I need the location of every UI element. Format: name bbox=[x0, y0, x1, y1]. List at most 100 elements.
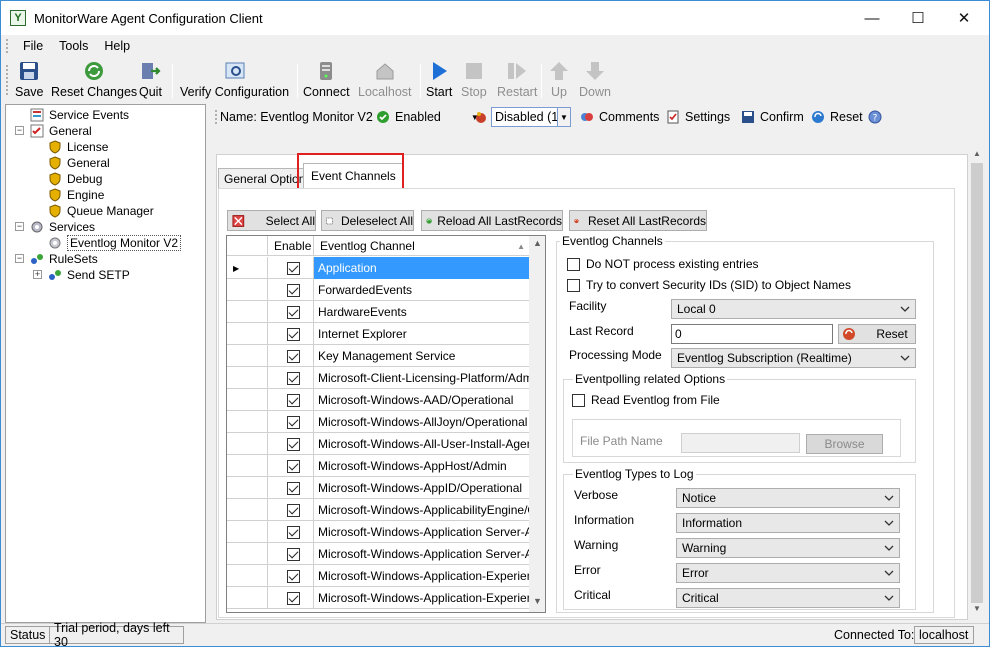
comments-button[interactable]: Comments bbox=[580, 107, 659, 127]
expand-icon[interactable]: + bbox=[33, 270, 42, 279]
file-path-input[interactable] bbox=[681, 433, 800, 453]
verify-configuration-button[interactable]: Verify Configuration bbox=[180, 60, 289, 100]
channel-cell[interactable]: ForwardedEvents bbox=[314, 279, 529, 301]
enable-checkbox[interactable] bbox=[287, 547, 300, 561]
information-select[interactable]: Information bbox=[676, 513, 900, 533]
tree-item-services[interactable]: Services bbox=[30, 219, 95, 235]
channel-cell[interactable]: Microsoft-Windows-Application Server-Ap.… bbox=[314, 521, 529, 543]
do-not-process-checkbox[interactable] bbox=[567, 258, 580, 271]
close-button[interactable]: ✕ bbox=[941, 1, 987, 35]
connect-button[interactable]: Connect bbox=[303, 60, 350, 100]
enable-checkbox[interactable] bbox=[287, 393, 300, 407]
settings-button[interactable]: Settings bbox=[666, 107, 730, 127]
channel-cell[interactable]: Microsoft-Windows-AppHost/Admin bbox=[314, 455, 529, 477]
critical-select[interactable]: Critical bbox=[676, 588, 900, 608]
table-row[interactable]: ForwardedEvents bbox=[227, 279, 529, 301]
table-row[interactable]: Key Management Service bbox=[227, 345, 529, 367]
enable-checkbox[interactable] bbox=[287, 327, 300, 341]
table-row[interactable]: Microsoft-Windows-Application Server-Ap.… bbox=[227, 543, 529, 565]
grid-header-channel[interactable]: Eventlog Channel ▲ bbox=[314, 236, 529, 256]
tree-item-queue-manager[interactable]: Queue Manager bbox=[48, 203, 154, 219]
table-row[interactable]: Microsoft-Client-Licensing-Platform/Admi… bbox=[227, 367, 529, 389]
enable-checkbox[interactable] bbox=[287, 591, 300, 605]
enabled-dropdown[interactable]: Enabled ▼ bbox=[376, 107, 479, 127]
tree-item-eventlog-monitor[interactable]: Eventlog Monitor V2 bbox=[48, 235, 182, 251]
channel-cell[interactable]: Microsoft-Windows-AAD/Operational bbox=[314, 389, 529, 411]
scroll-up-icon[interactable]: ▲ bbox=[529, 238, 545, 254]
scroll-down-icon[interactable]: ▼ bbox=[529, 596, 545, 612]
down-button[interactable]: Down bbox=[579, 60, 611, 100]
start-button[interactable]: Start bbox=[426, 60, 452, 100]
tree-item-engine[interactable]: Engine bbox=[48, 187, 104, 203]
channel-cell[interactable]: Microsoft-Windows-ApplicabilityEngine/O.… bbox=[314, 499, 529, 521]
channel-cell[interactable]: Microsoft-Client-Licensing-Platform/Admi… bbox=[314, 367, 529, 389]
reset-button[interactable]: Reset bbox=[811, 107, 863, 127]
enable-checkbox[interactable] bbox=[287, 437, 300, 451]
scrollbar-thumb[interactable] bbox=[971, 163, 983, 603]
table-row[interactable]: Microsoft-Windows-Application-Experienc.… bbox=[227, 565, 529, 587]
help-icon[interactable]: ? bbox=[868, 110, 882, 124]
minimize-button[interactable]: — bbox=[849, 1, 895, 35]
enable-checkbox[interactable] bbox=[287, 569, 300, 583]
menu-help[interactable]: Help bbox=[96, 39, 138, 53]
warning-select[interactable]: Warning bbox=[676, 538, 900, 558]
tree-item-service-events[interactable]: Service Events bbox=[30, 107, 129, 123]
enable-checkbox[interactable] bbox=[287, 283, 300, 297]
up-button[interactable]: Up bbox=[548, 60, 570, 100]
grid-header-enable[interactable]: Enable bbox=[268, 236, 314, 256]
reload-all-lastrecords-button[interactable]: Reload All LastRecords bbox=[421, 210, 563, 231]
enable-checkbox[interactable] bbox=[287, 503, 300, 517]
last-record-input[interactable]: 0 bbox=[671, 324, 833, 344]
tree-item-general[interactable]: General bbox=[30, 123, 92, 139]
enable-checkbox[interactable] bbox=[287, 459, 300, 473]
collapse-icon[interactable]: − bbox=[15, 254, 24, 263]
confirm-button[interactable]: Confirm bbox=[741, 107, 804, 127]
table-row[interactable]: Microsoft-Windows-AAD/Operational bbox=[227, 389, 529, 411]
menu-tools[interactable]: Tools bbox=[51, 39, 96, 53]
tree-item-rulesets[interactable]: RuleSets bbox=[30, 251, 98, 267]
tree-item-general-child[interactable]: General bbox=[48, 155, 110, 171]
channel-cell[interactable]: Key Management Service bbox=[314, 345, 529, 367]
processing-mode-select[interactable]: Eventlog Subscription (Realtime) bbox=[671, 348, 916, 368]
panel-scrollbar[interactable]: ▲ ▼ bbox=[968, 147, 986, 620]
select-all-button[interactable]: Select All bbox=[227, 210, 316, 231]
read-from-file-checkbox[interactable] bbox=[572, 394, 585, 407]
browse-button[interactable]: Browse bbox=[806, 434, 883, 454]
channel-cell[interactable]: Microsoft-Windows-Application Server-Ap.… bbox=[314, 543, 529, 565]
table-row[interactable]: Microsoft-Windows-ApplicabilityEngine/O.… bbox=[227, 499, 529, 521]
verbose-select[interactable]: Notice bbox=[676, 488, 900, 508]
table-row[interactable]: Microsoft-Windows-AppID/Operational bbox=[227, 477, 529, 499]
table-row[interactable]: Microsoft-Windows-AllJoyn/Operational bbox=[227, 411, 529, 433]
table-row[interactable]: Microsoft-Windows-AppHost/Admin bbox=[227, 455, 529, 477]
disabled-dropdown[interactable]: Disabled (1 ▼ bbox=[491, 107, 571, 127]
stop-button[interactable]: Stop bbox=[461, 60, 487, 100]
table-row[interactable]: HardwareEvents bbox=[227, 301, 529, 323]
enable-checkbox[interactable] bbox=[287, 415, 300, 429]
reset-changes-button[interactable]: Reset Changes bbox=[51, 60, 137, 100]
maximize-button[interactable]: ☐ bbox=[895, 1, 941, 35]
channel-cell[interactable]: Microsoft-Windows-All-User-Install-Agent… bbox=[314, 433, 529, 455]
channel-cell[interactable]: Internet Explorer bbox=[314, 323, 529, 345]
enable-checkbox[interactable] bbox=[287, 525, 300, 539]
channel-cell[interactable]: Application bbox=[314, 257, 529, 279]
channel-cell[interactable]: Microsoft-Windows-AllJoyn/Operational bbox=[314, 411, 529, 433]
table-row[interactable]: Microsoft-Windows-All-User-Install-Agent… bbox=[227, 433, 529, 455]
tree-item-license[interactable]: License bbox=[48, 139, 108, 155]
table-row[interactable]: Microsoft-Windows-Application-Experienc.… bbox=[227, 587, 529, 609]
enable-checkbox[interactable] bbox=[287, 305, 300, 319]
last-record-reset-button[interactable]: Reset bbox=[838, 324, 916, 344]
menu-file[interactable]: File bbox=[15, 39, 51, 53]
enable-checkbox[interactable] bbox=[287, 481, 300, 495]
tree-item-send-setp[interactable]: Send SETP bbox=[48, 267, 130, 283]
dropdown-arrow-icon[interactable]: ▼ bbox=[557, 108, 570, 126]
enable-checkbox[interactable] bbox=[287, 261, 300, 275]
scroll-down-icon[interactable]: ▼ bbox=[968, 604, 986, 618]
channel-cell[interactable]: Microsoft-Windows-AppID/Operational bbox=[314, 477, 529, 499]
channel-cell[interactable]: Microsoft-Windows-Application-Experienc.… bbox=[314, 565, 529, 587]
channel-cell[interactable]: HardwareEvents bbox=[314, 301, 529, 323]
table-row[interactable]: Microsoft-Windows-Application Server-Ap.… bbox=[227, 521, 529, 543]
quit-button[interactable]: Quit bbox=[139, 60, 162, 100]
tree-item-debug[interactable]: Debug bbox=[48, 171, 102, 187]
table-row[interactable]: Internet Explorer bbox=[227, 323, 529, 345]
collapse-icon[interactable]: − bbox=[15, 222, 24, 231]
